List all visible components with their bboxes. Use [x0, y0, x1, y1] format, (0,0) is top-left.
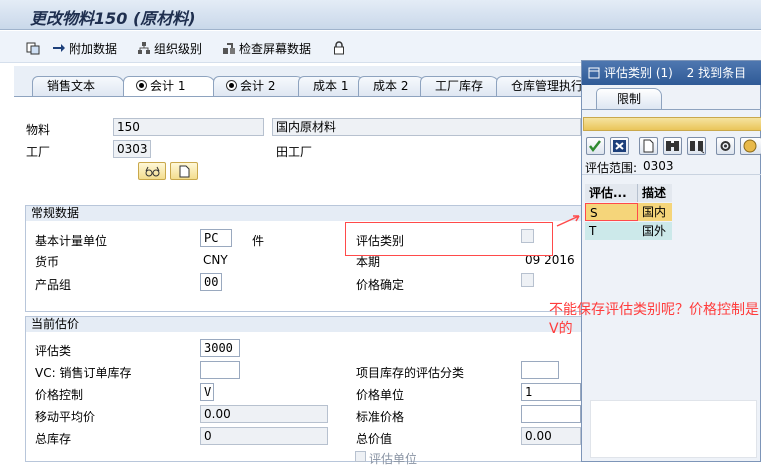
standard-price-field[interactable] [521, 405, 581, 423]
total-stock-label: 总库存 [35, 432, 72, 446]
tab-costing-1[interactable]: 成本 1 [298, 76, 366, 96]
price-control-label: 价格控制 [35, 388, 84, 402]
blank-panel [590, 400, 757, 458]
document-icon [643, 139, 654, 153]
cancel-icon [613, 140, 626, 152]
row-code-t[interactable]: T [585, 222, 638, 240]
tab-sales-text[interactable]: 销售文本 [32, 76, 125, 96]
product-group-label: 产品组 [35, 278, 72, 292]
moving-avg-price-label: 移动平均价 [35, 410, 96, 424]
row-desc-t[interactable]: 国外 [638, 222, 672, 240]
popup-window-icon [588, 67, 600, 79]
project-stock-field[interactable] [521, 361, 559, 379]
standard-price-label: 标准价格 [356, 410, 405, 424]
check-screen-data-button[interactable]: 检查屏幕数据 [222, 39, 311, 57]
check-screen-data-label: 检查屏幕数据 [239, 41, 312, 56]
gear-icon [720, 141, 731, 151]
tab-plant-stock[interactable]: 工厂库存 [420, 76, 500, 96]
row-desc-s[interactable]: 国内 [638, 203, 672, 221]
valuation-unit-label: 评估单位 [369, 452, 418, 466]
window-title-bar: 更改物料150 (原材料) [0, 0, 761, 30]
find-next-icon [690, 141, 705, 154]
material-label: 物料 [26, 123, 51, 137]
column-header-description[interactable]: 描述 [638, 184, 672, 202]
material-field: 150 [113, 118, 264, 136]
price-control-field[interactable]: V [200, 383, 214, 401]
valuation-category-popup: 评估类别 (1) 2 找到条目 限制 评估范围: 0303 评估... 描述 S… [581, 60, 761, 462]
tab-warehouse-mgmt[interactable]: 仓库管理执行 [496, 76, 586, 96]
plant-field: 0303 [113, 140, 151, 158]
popup-title: 评估类别 (1) [604, 66, 673, 80]
new-document-button[interactable] [639, 137, 658, 155]
vc-sales-order-field[interactable] [200, 361, 240, 379]
base-uom-label: 基本计量单位 [35, 234, 108, 248]
help-icon [743, 139, 757, 153]
valuation-unit-checkbox[interactable] [355, 451, 366, 462]
additional-data-button[interactable]: 附加数据 [52, 39, 117, 57]
material-description-field: 国内原材料 [272, 118, 581, 136]
org-levels-button[interactable]: 组织级别 [137, 39, 202, 57]
org-level-button[interactable] [138, 162, 166, 180]
org-levels-icon [138, 42, 150, 54]
lock-icon [334, 41, 344, 55]
document-icon [179, 165, 190, 178]
currency-value: CNY [203, 253, 228, 267]
product-group-field[interactable]: 00 [200, 273, 222, 291]
check-screen-icon [223, 43, 235, 54]
selected-radio-icon [136, 80, 147, 91]
popup-found-entries: 2 找到条目 [686, 66, 747, 80]
annotation-note: 不能保存评估类别呢？价格控制是V的 [549, 302, 759, 337]
create-button[interactable] [170, 162, 198, 180]
confirm-button[interactable] [586, 137, 605, 155]
current-valuation-title: 当前估价 [26, 317, 584, 332]
column-header-code[interactable]: 评估... [585, 184, 638, 202]
tab-accounting-1[interactable]: 会计 1 [123, 76, 216, 97]
application-toolbar: 附加数据 组织级别 检查屏幕数据 [0, 31, 761, 63]
display-change-button[interactable] [26, 39, 40, 57]
arrow-right-icon [53, 44, 65, 52]
tab-accounting-2[interactable]: 会计 2 [213, 76, 306, 96]
find-next-button[interactable] [687, 137, 706, 155]
project-stock-label: 项目库存的评估分类 [356, 366, 465, 380]
help-button[interactable] [740, 137, 761, 155]
total-stock-field: 0 [200, 427, 328, 445]
find-button[interactable] [663, 137, 682, 155]
price-unit-label: 价格单位 [356, 388, 405, 402]
restrictions-bar[interactable] [583, 117, 761, 131]
total-value-label: 总价值 [356, 432, 393, 446]
display-change-icon [26, 42, 40, 55]
glasses-icon [145, 166, 160, 177]
plant-label: 工厂 [26, 145, 51, 159]
base-uom-text: 件 [252, 234, 265, 248]
window-title: 更改物料150 (原材料) [30, 9, 196, 28]
price-unit-field[interactable]: 1 [521, 383, 581, 401]
price-determination-field[interactable] [521, 273, 534, 287]
plant-description: 田工厂 [276, 145, 313, 159]
row-code-s[interactable]: S [585, 203, 638, 221]
vc-sales-order-label: VC: 销售订单库存 [35, 366, 132, 380]
general-data-title: 常规数据 [26, 206, 584, 221]
highlight-box [345, 222, 553, 256]
radio-icon [226, 80, 237, 91]
valuation-class-field[interactable]: 3000 [200, 339, 240, 357]
tab-costing-2[interactable]: 成本 2 [358, 76, 426, 96]
additional-data-label: 附加数据 [69, 41, 118, 56]
popup-title-bar: 评估类别 (1) 2 找到条目 [582, 61, 761, 85]
lock-button[interactable] [332, 39, 346, 57]
org-levels-label: 组织级别 [154, 41, 203, 56]
tab-restrictions[interactable]: 限制 [596, 88, 662, 109]
cancel-button[interactable] [610, 137, 629, 155]
checkmark-icon [589, 140, 601, 153]
price-determination-label: 价格确定 [356, 278, 405, 292]
settings-button[interactable] [716, 137, 735, 155]
base-uom-field[interactable]: PC [200, 229, 232, 247]
currency-label: 货币 [35, 255, 60, 269]
valuation-class-label: 评估类 [35, 344, 72, 358]
binoculars-icon [666, 141, 679, 151]
total-value-field: 0.00 [521, 427, 581, 445]
valuation-scope-value: 0303 [643, 159, 674, 173]
moving-avg-price-field: 0.00 [200, 405, 328, 423]
